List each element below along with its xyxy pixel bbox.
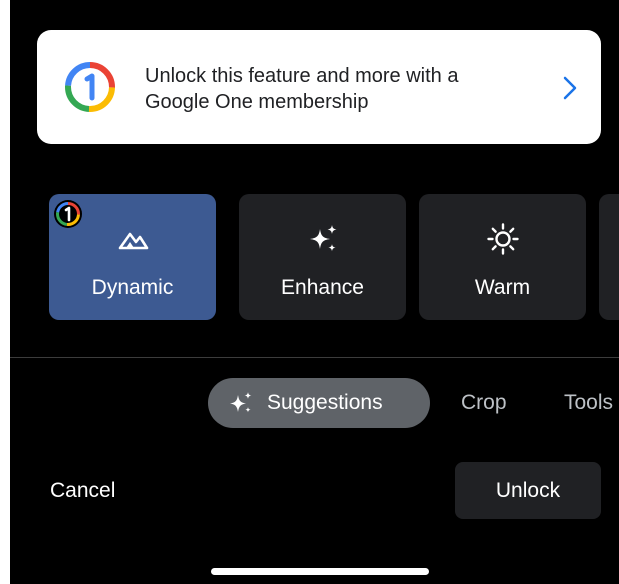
unlock-button[interactable]: Unlock	[455, 462, 601, 519]
tab-suggestions[interactable]: Suggestions	[208, 378, 430, 428]
filter-tile-enhance[interactable]: Enhance	[239, 194, 406, 320]
cancel-button[interactable]: Cancel	[50, 479, 115, 503]
home-indicator[interactable]	[211, 568, 429, 575]
tab-suggestions-label: Suggestions	[267, 391, 383, 414]
editor-tabs: Suggestions Crop Tools	[10, 378, 619, 428]
filter-carousel[interactable]: Dynamic Enhance Warm	[49, 194, 619, 320]
filter-tile-dynamic[interactable]: Dynamic	[49, 194, 216, 320]
filter-label: Enhance	[281, 276, 364, 299]
sparkle-icon	[230, 392, 252, 413]
filter-tile-warm[interactable]: Warm	[419, 194, 586, 320]
mountain-icon	[118, 232, 148, 250]
google-one-badge-icon	[54, 200, 82, 228]
tab-crop[interactable]: Crop	[461, 391, 507, 415]
filter-label: Dynamic	[91, 276, 174, 299]
filter-tile-partial[interactable]	[599, 194, 619, 320]
chevron-right-icon[interactable]	[561, 75, 579, 101]
filter-label: Warm	[474, 276, 531, 299]
sun-icon	[486, 223, 519, 255]
photo-editor-screen: Unlock this feature and more with a Goog…	[0, 0, 619, 584]
divider	[10, 357, 619, 358]
sparkle-icon	[309, 225, 336, 252]
google-one-logo-icon	[65, 62, 115, 112]
tab-tools[interactable]: Tools	[564, 391, 613, 415]
google-one-promo-banner[interactable]: Unlock this feature and more with a Goog…	[37, 30, 601, 144]
promo-text: Unlock this feature and more with a Goog…	[145, 65, 459, 113]
